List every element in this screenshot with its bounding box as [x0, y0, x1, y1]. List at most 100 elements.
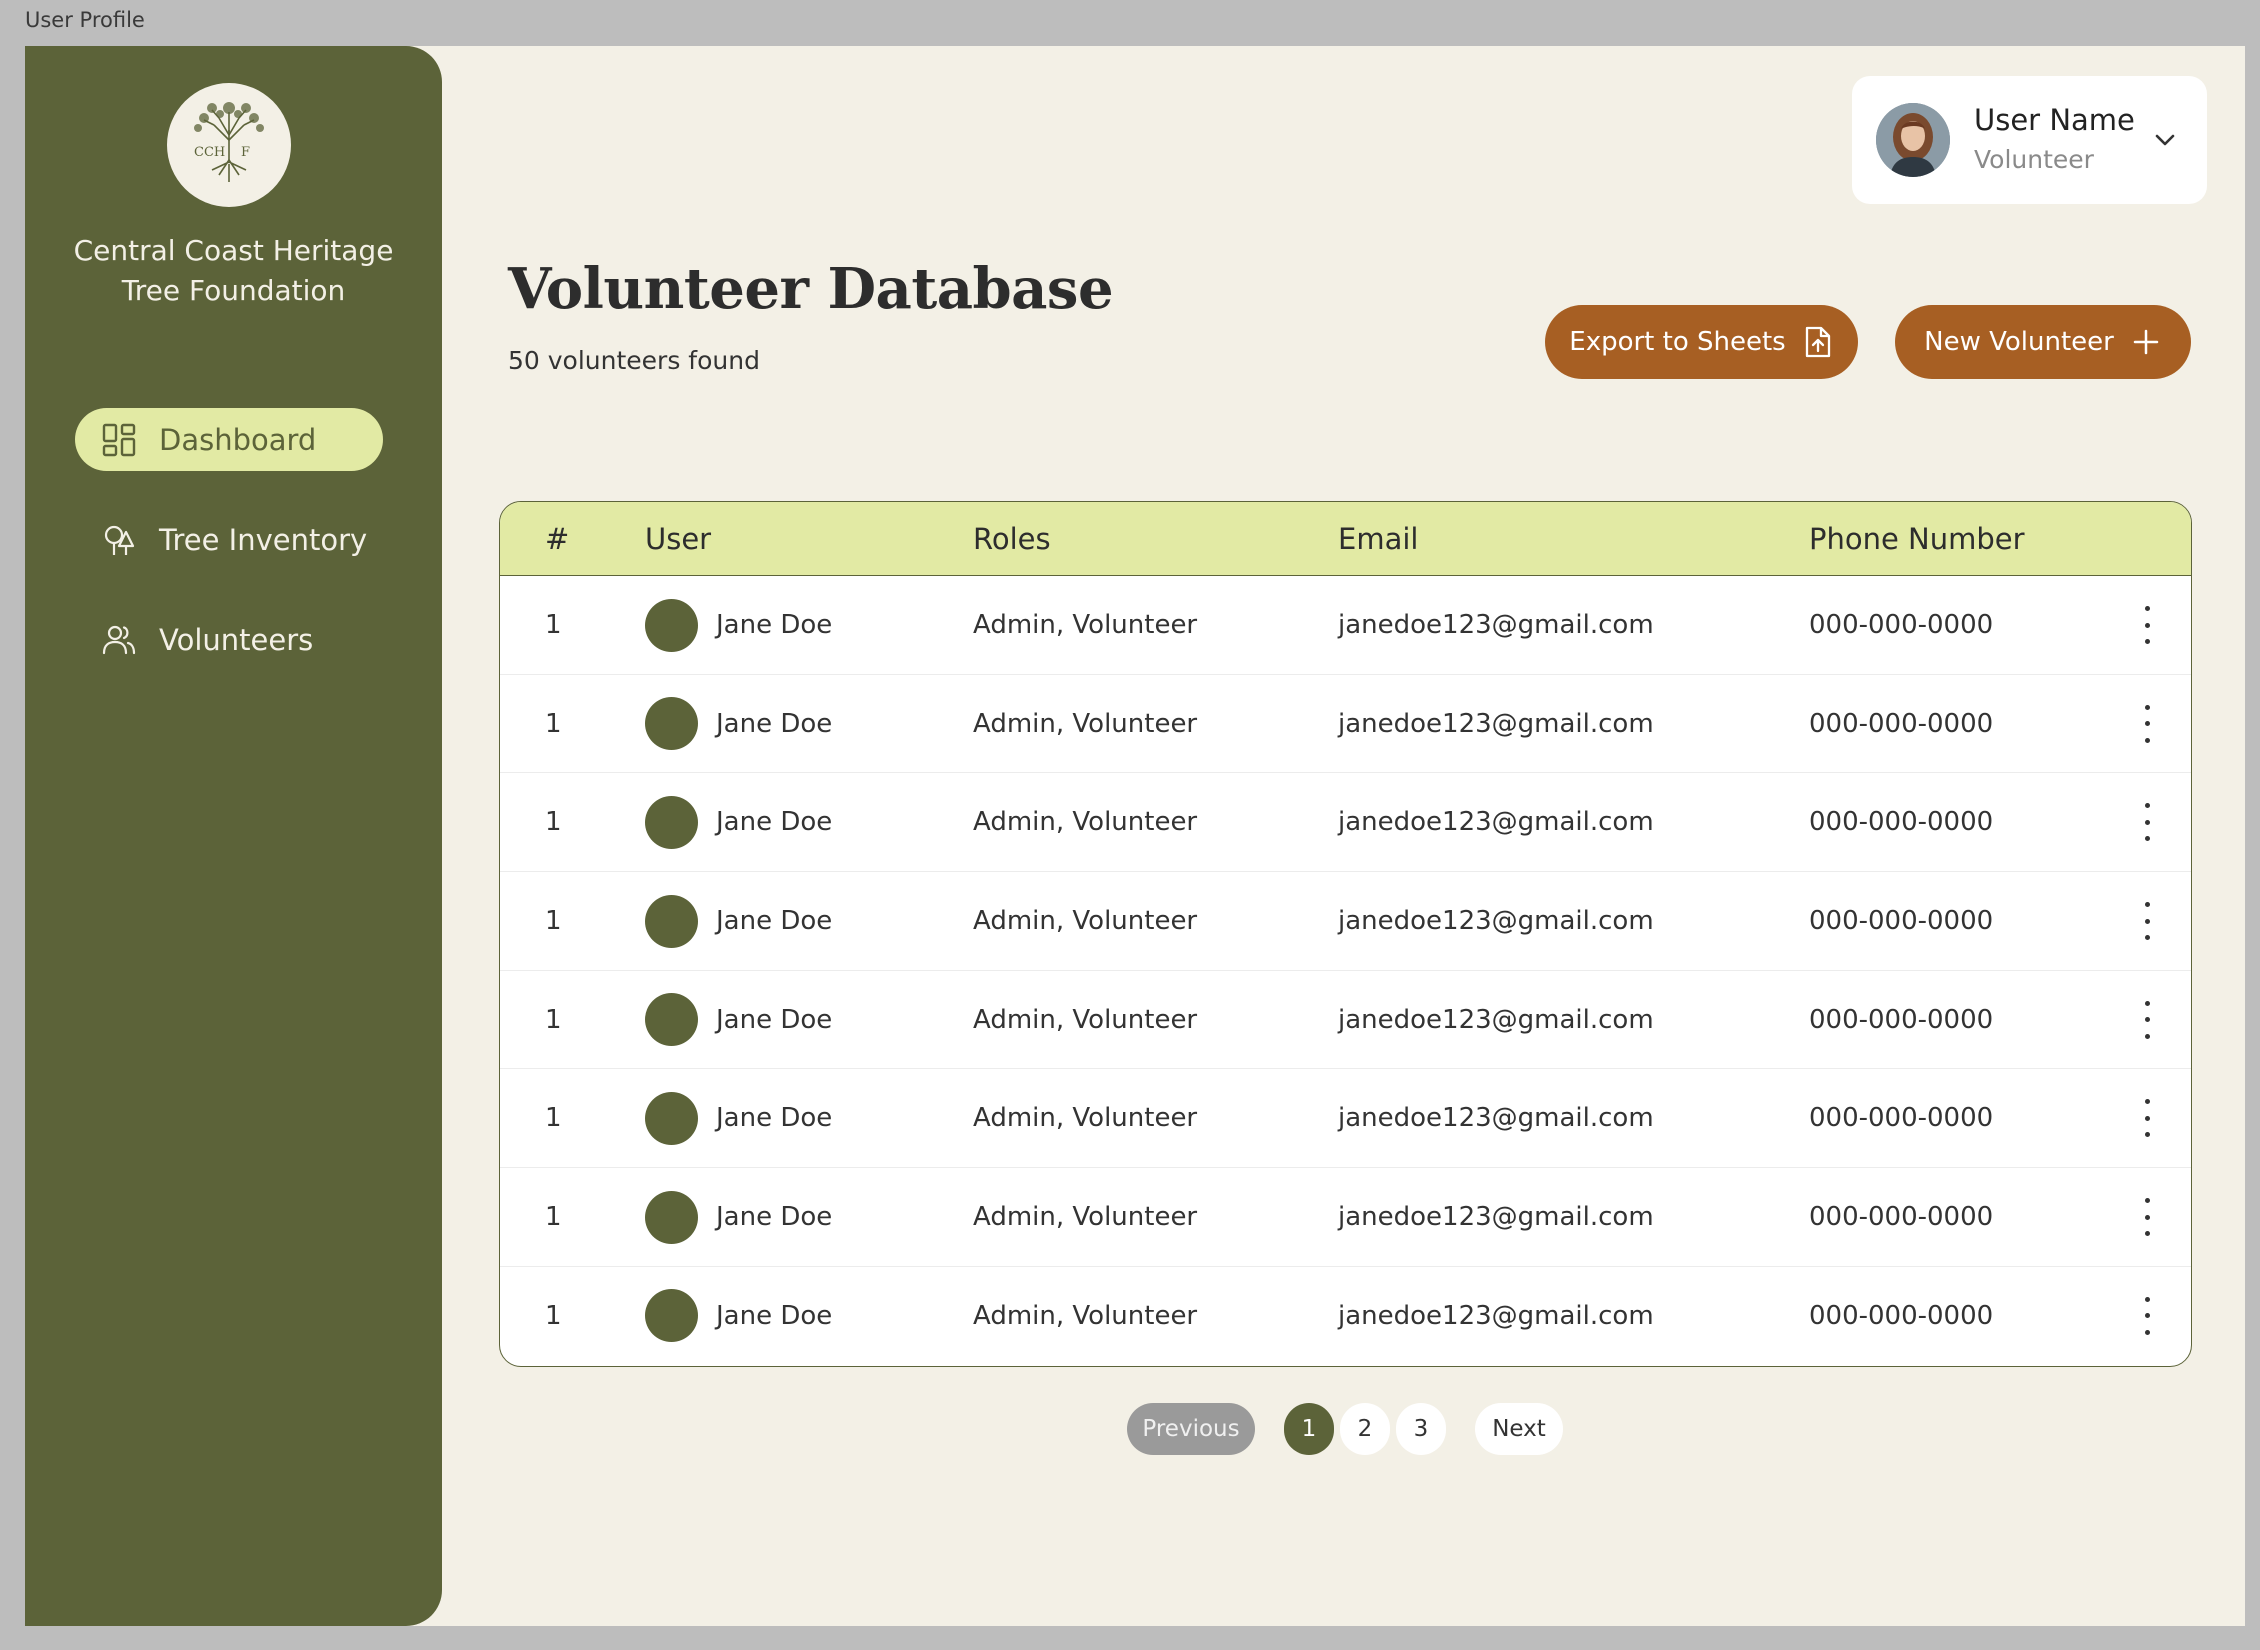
- row-roles: Admin, Volunteer: [973, 1202, 1198, 1233]
- row-phone: 000-000-0000: [1809, 1300, 1994, 1331]
- row-email: janedoe123@gmail.com: [1338, 1004, 1654, 1035]
- user-avatar: [645, 993, 698, 1047]
- row-number: 1: [545, 1103, 562, 1134]
- page-3-button[interactable]: 3: [1396, 1403, 1446, 1455]
- sidebar-item-tree-inventory[interactable]: Tree Inventory: [75, 508, 383, 571]
- row-user: Jane Doe: [645, 1069, 832, 1167]
- dashboard-icon: [99, 420, 139, 460]
- sidebar-item-label: Dashboard: [159, 422, 317, 457]
- user-menu[interactable]: User Name Volunteer: [1852, 76, 2207, 204]
- row-roles: Admin, Volunteer: [973, 708, 1198, 739]
- window-title: User Profile: [25, 8, 145, 32]
- avatar: [1876, 103, 1950, 177]
- col-header-roles: Roles: [973, 522, 1051, 556]
- row-roles: Admin, Volunteer: [973, 1004, 1198, 1035]
- row-roles: Admin, Volunteer: [973, 807, 1198, 838]
- user-name-cell: Jane Doe: [716, 906, 833, 937]
- table-row[interactable]: 1 Jane Doe Admin, Volunteer janedoe123@g…: [500, 675, 2191, 774]
- more-options-icon[interactable]: [2139, 704, 2155, 743]
- logo-text-left: CCH: [194, 145, 225, 160]
- row-number: 1: [545, 1004, 562, 1035]
- org-name: Central Coast Heritage Tree Foundation: [25, 231, 442, 311]
- page-title: Volunteer Database: [508, 256, 1114, 322]
- user-avatar: [645, 795, 698, 849]
- logo-text-right: F: [241, 145, 250, 160]
- user-avatar: [645, 1289, 698, 1343]
- user-name-cell: Jane Doe: [716, 1202, 833, 1233]
- sidebar-item-dashboard[interactable]: Dashboard: [75, 408, 383, 471]
- user-avatar: [645, 598, 698, 652]
- export-to-sheets-button[interactable]: Export to Sheets: [1545, 305, 1858, 379]
- more-options-icon[interactable]: [2139, 1000, 2155, 1039]
- more-options-icon[interactable]: [2139, 1296, 2155, 1335]
- users-icon: [99, 620, 139, 660]
- row-phone: 000-000-0000: [1809, 610, 1994, 640]
- row-phone: 000-000-0000: [1809, 708, 1994, 739]
- user-name-cell: Jane Doe: [716, 610, 833, 640]
- row-user: Jane Doe: [645, 773, 832, 871]
- row-roles: Admin, Volunteer: [973, 906, 1198, 937]
- row-phone: 000-000-0000: [1809, 1202, 1994, 1233]
- row-roles: Admin, Volunteer: [973, 610, 1198, 640]
- sidebar-item-volunteers[interactable]: Volunteers: [75, 608, 383, 671]
- row-user: Jane Doe: [645, 675, 832, 773]
- user-name-cell: Jane Doe: [716, 807, 833, 838]
- sidebar: CCH F Central Coast Heritage Tree Founda…: [25, 46, 442, 1626]
- next-page-button[interactable]: Next: [1475, 1403, 1563, 1455]
- table-row[interactable]: 1 Jane Doe Admin, Volunteer janedoe123@g…: [500, 1168, 2191, 1267]
- row-number: 1: [545, 708, 562, 739]
- row-user: Jane Doe: [645, 1267, 832, 1365]
- page-1-button[interactable]: 1: [1284, 1403, 1334, 1455]
- row-email: janedoe123@gmail.com: [1338, 610, 1654, 640]
- row-user: Jane Doe: [645, 1168, 832, 1266]
- chevron-down-icon[interactable]: [2151, 126, 2179, 154]
- user-name-cell: Jane Doe: [716, 1103, 833, 1134]
- page-2-button[interactable]: 2: [1340, 1403, 1390, 1455]
- new-volunteer-button[interactable]: New Volunteer: [1895, 305, 2191, 379]
- col-header-number: #: [545, 522, 570, 556]
- row-email: janedoe123@gmail.com: [1338, 1300, 1654, 1331]
- row-email: janedoe123@gmail.com: [1338, 708, 1654, 739]
- logo: CCH F: [167, 83, 291, 207]
- row-phone: 000-000-0000: [1809, 1004, 1994, 1035]
- user-avatar: [645, 1190, 698, 1244]
- more-options-icon[interactable]: [2139, 902, 2155, 941]
- table-row[interactable]: 1 Jane Doe Admin, Volunteer janedoe123@g…: [500, 872, 2191, 971]
- table-row[interactable]: 1 Jane Doe Admin, Volunteer janedoe123@g…: [500, 773, 2191, 873]
- more-options-icon[interactable]: [2139, 803, 2155, 842]
- more-options-icon[interactable]: [2139, 1198, 2155, 1237]
- user-avatar: [645, 697, 698, 751]
- tree-logo-icon: CCH F: [194, 102, 264, 182]
- more-options-icon[interactable]: [2139, 606, 2155, 644]
- user-name-cell: Jane Doe: [716, 1004, 833, 1035]
- more-options-icon[interactable]: [2139, 1099, 2155, 1138]
- volunteer-table: # User Roles Email Phone Number 1 Jane D…: [499, 501, 2192, 1367]
- table-row[interactable]: 1 Jane Doe Admin, Volunteer janedoe123@g…: [500, 576, 2191, 675]
- table-row[interactable]: 1 Jane Doe Admin, Volunteer janedoe123@g…: [500, 1267, 2191, 1366]
- results-count: 50 volunteers found: [508, 346, 760, 375]
- org-name-line1: Central Coast Heritage: [73, 234, 394, 267]
- user-avatar: [645, 894, 698, 948]
- row-email: janedoe123@gmail.com: [1338, 906, 1654, 937]
- row-roles: Admin, Volunteer: [973, 1300, 1198, 1331]
- tree-icon: [99, 520, 139, 560]
- col-header-email: Email: [1338, 522, 1419, 556]
- export-label: Export to Sheets: [1569, 327, 1786, 357]
- sidebar-item-label: Volunteers: [159, 622, 314, 657]
- row-email: janedoe123@gmail.com: [1338, 807, 1654, 838]
- new-volunteer-label: New Volunteer: [1924, 327, 2114, 357]
- row-number: 1: [545, 1300, 562, 1331]
- row-number: 1: [545, 906, 562, 937]
- table-header: # User Roles Email Phone Number: [500, 502, 2191, 576]
- table-row[interactable]: 1 Jane Doe Admin, Volunteer janedoe123@g…: [500, 1069, 2191, 1169]
- col-header-phone: Phone Number: [1809, 522, 2025, 556]
- previous-page-button[interactable]: Previous: [1127, 1403, 1255, 1455]
- row-phone: 000-000-0000: [1809, 906, 1994, 937]
- col-header-user: User: [645, 522, 712, 556]
- table-row[interactable]: 1 Jane Doe Admin, Volunteer janedoe123@g…: [500, 971, 2191, 1070]
- row-number: 1: [545, 807, 562, 838]
- row-number: 1: [545, 610, 562, 640]
- row-phone: 000-000-0000: [1809, 807, 1994, 838]
- user-name-cell: Jane Doe: [716, 708, 833, 739]
- user-role: Volunteer: [1974, 145, 2094, 174]
